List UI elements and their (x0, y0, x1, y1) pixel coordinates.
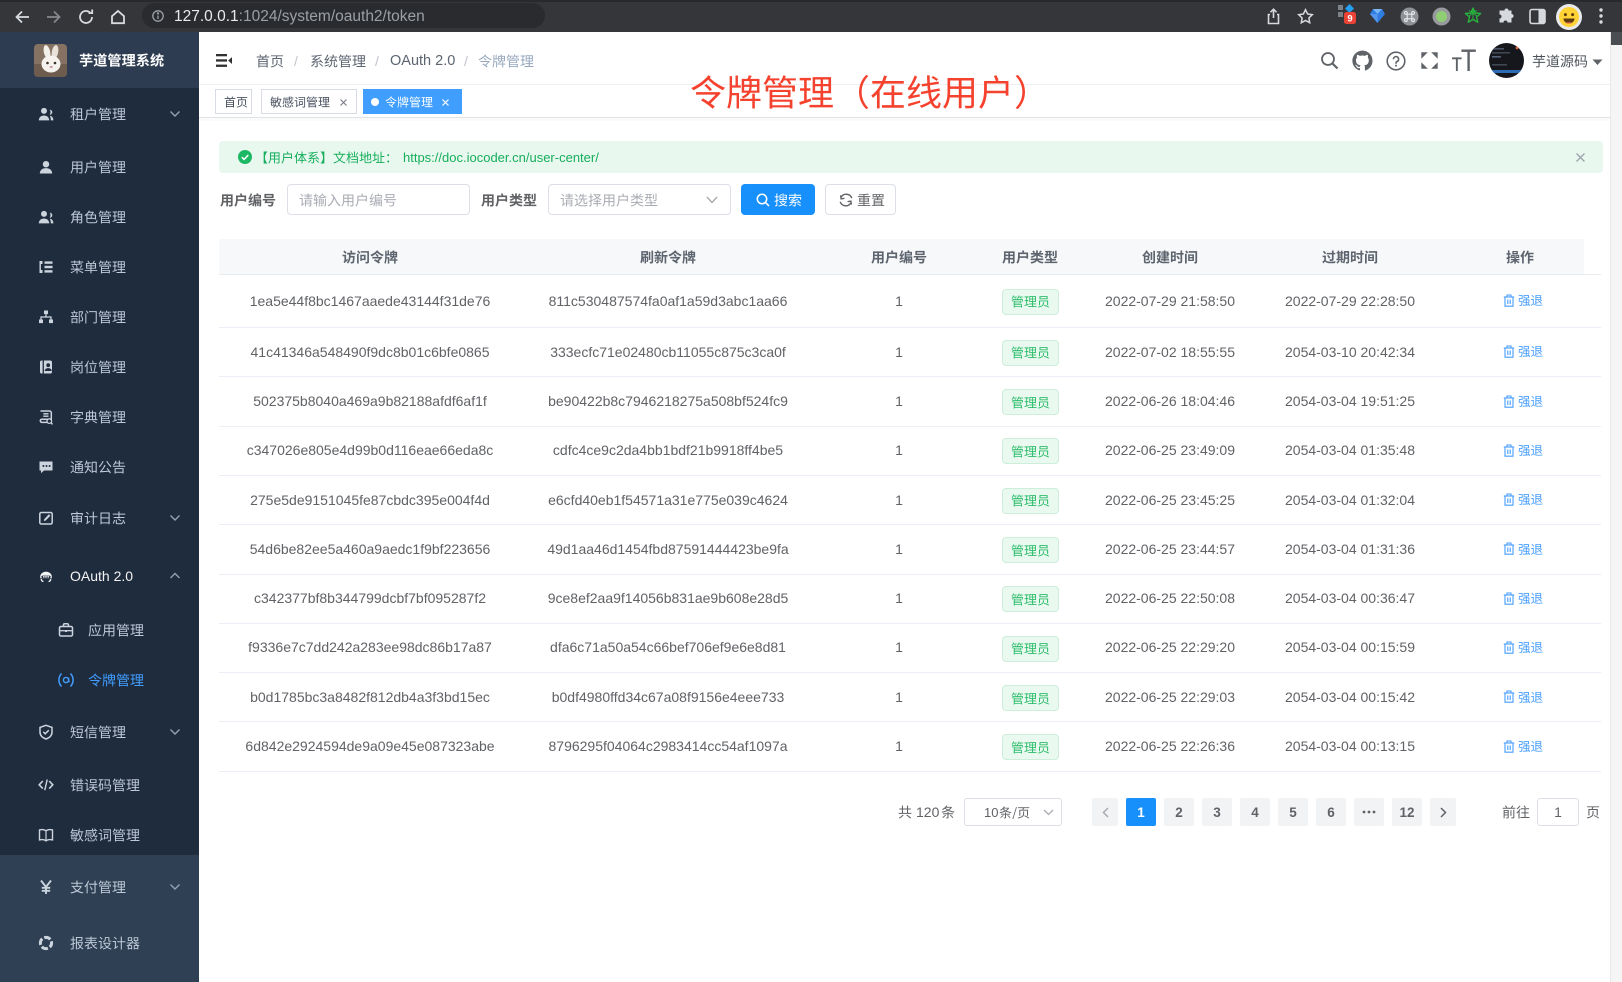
svg-text:9: 9 (1347, 13, 1352, 24)
